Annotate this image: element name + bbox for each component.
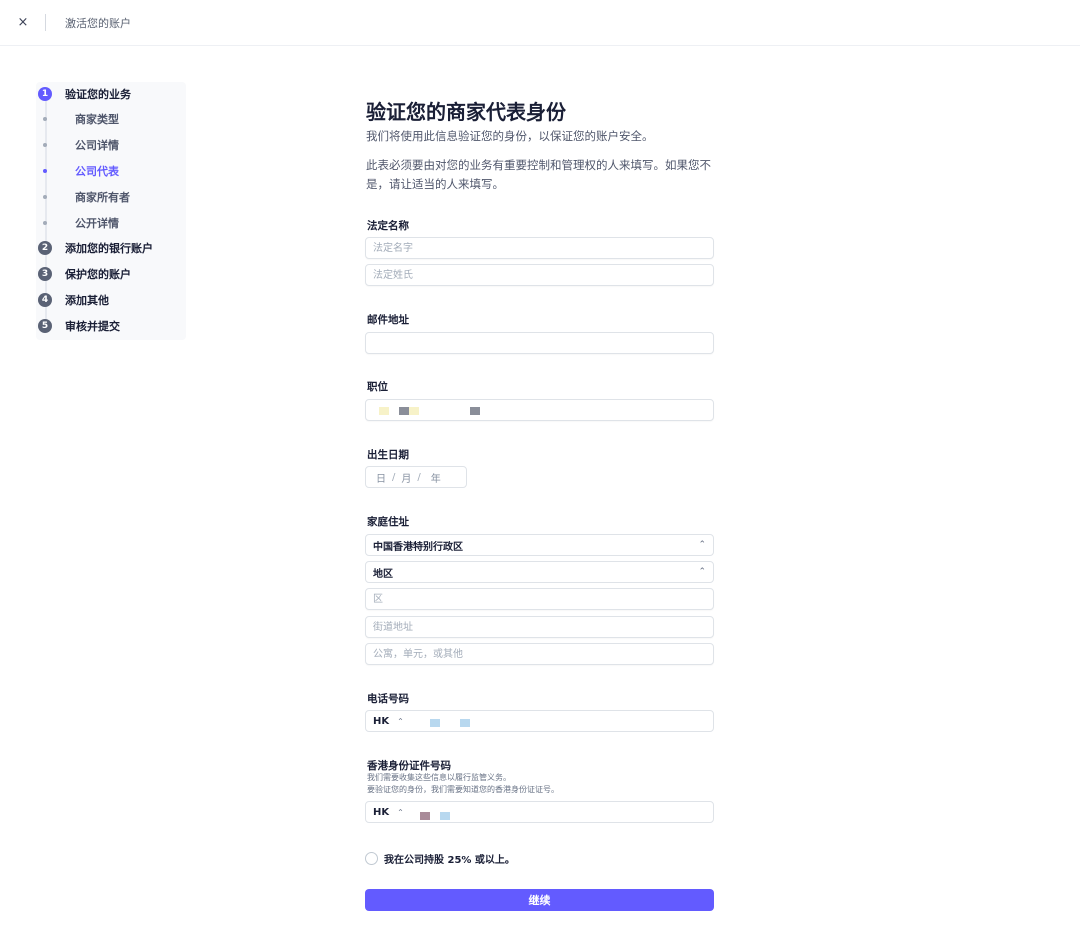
step-number-badge: 1	[38, 87, 52, 101]
substep-dot-active	[43, 169, 47, 173]
hkid-hint: 我们需要收集这些信息以履行监管义务。	[367, 773, 511, 782]
region-select[interactable]: 地区 ⌃	[365, 561, 714, 583]
email-label: 邮件地址	[367, 314, 409, 326]
substep-company-representative[interactable]: 公司代表	[43, 163, 119, 179]
step-label: 添加其他	[65, 294, 109, 307]
substep-label: 公司代表	[75, 165, 119, 178]
substep-dot	[43, 143, 47, 147]
continue-button[interactable]: 继续	[365, 889, 714, 911]
redacted-text	[430, 719, 440, 727]
dob-label: 出生日期	[367, 449, 409, 461]
hkid-field[interactable]: HK ⌃	[365, 801, 714, 823]
step-secure-account[interactable]: 3 保护您的账户	[38, 266, 131, 282]
hkid-input[interactable]	[416, 802, 713, 822]
district-input[interactable]	[365, 588, 714, 610]
substep-public-details[interactable]: 公开详情	[43, 215, 119, 231]
page-description: 此表必须要由对您的业务有重要控制和管理权的人来填写。如果您不是，请让适当的人来填…	[366, 158, 711, 191]
step-number-badge: 5	[38, 319, 52, 333]
step-add-bank-account[interactable]: 2 添加您的银行账户	[38, 240, 153, 256]
substep-dot	[43, 117, 47, 121]
page-subtitle: 我们将使用此信息验证您的身份，以保证您的账户安全。	[366, 129, 654, 143]
substep-dot	[43, 195, 47, 199]
dob-month[interactable]: 月	[401, 470, 411, 485]
substep-label: 公司详情	[75, 139, 119, 152]
ownership-checkbox-label: 我在公司持股 25% 或以上。	[384, 855, 515, 866]
legal-name-label: 法定名称	[367, 220, 409, 232]
hkid-country-code: HK	[373, 806, 390, 818]
step-number-badge: 2	[38, 241, 52, 255]
redacted-text	[379, 407, 389, 415]
substep-business-owners[interactable]: 商家所有者	[43, 189, 130, 205]
redacted-text	[460, 719, 470, 727]
country-select-value: 中国香港特别行政区	[373, 541, 463, 553]
topbar-divider	[45, 14, 46, 31]
email-input[interactable]	[365, 332, 714, 354]
phone-country-code: HK	[373, 715, 390, 727]
redacted-text	[409, 407, 419, 415]
close-icon[interactable]: ×	[14, 12, 32, 32]
substep-dot	[43, 221, 47, 225]
page-title: 验证您的商家代表身份	[366, 100, 566, 124]
dob-day[interactable]: 日	[376, 470, 386, 485]
chevron-updown-icon: ⌃	[698, 539, 706, 550]
step-label: 添加您的银行账户	[65, 242, 153, 255]
substep-label: 公开详情	[75, 217, 119, 230]
dob-input[interactable]: 日 / 月 / 年	[365, 466, 467, 488]
substep-company-details[interactable]: 公司详情	[43, 137, 119, 153]
job-title-label: 职位	[367, 381, 388, 393]
step-label: 审核并提交	[65, 320, 120, 333]
region-select-value: 地区	[373, 568, 393, 580]
step-label: 验证您的业务	[65, 88, 131, 101]
redacted-text	[399, 407, 409, 415]
hkid-hint: 要验证您的身份，我们需要知道您的香港身份证证号。	[367, 785, 559, 794]
hkid-label: 香港身份证件号码	[367, 760, 451, 772]
page-header-title: 激活您的账户	[65, 17, 131, 30]
date-separator: /	[417, 471, 421, 483]
street-address-input[interactable]	[365, 616, 714, 638]
hkid-country-picker[interactable]: HK ⌃	[366, 802, 416, 822]
chevron-updown-icon: ⌃	[397, 716, 404, 726]
country-select[interactable]: 中国香港特别行政区 ⌃	[365, 534, 714, 556]
date-separator: /	[392, 471, 396, 483]
step-add-extras[interactable]: 4 添加其他	[38, 292, 109, 308]
legal-last-name-input[interactable]	[365, 264, 714, 286]
chevron-updown-icon: ⌃	[397, 807, 404, 817]
redacted-text	[470, 407, 480, 415]
top-bar: × 激活您的账户	[0, 0, 1080, 46]
phone-country-picker[interactable]: HK ⌃	[366, 711, 416, 731]
home-address-label: 家庭住址	[367, 516, 409, 528]
ownership-checkbox-row[interactable]: 我在公司持股 25% 或以上。	[365, 851, 515, 866]
substep-label: 商家类型	[75, 113, 119, 126]
step-number-badge: 4	[38, 293, 52, 307]
redacted-text	[420, 812, 430, 820]
chevron-updown-icon: ⌃	[698, 566, 706, 577]
dob-year[interactable]: 年	[431, 470, 441, 485]
step-number-badge: 3	[38, 267, 52, 281]
phone-field[interactable]: HK ⌃	[365, 710, 714, 732]
substep-business-type[interactable]: 商家类型	[43, 111, 119, 127]
ownership-checkbox[interactable]	[365, 852, 378, 865]
unit-input[interactable]	[365, 643, 714, 665]
step-label: 保护您的账户	[65, 268, 131, 281]
legal-first-name-input[interactable]	[365, 237, 714, 259]
step-review-submit[interactable]: 5 审核并提交	[38, 318, 120, 334]
substep-label: 商家所有者	[75, 191, 130, 204]
redacted-text	[440, 812, 450, 820]
step-verify-business[interactable]: 1 验证您的业务	[38, 86, 131, 102]
phone-label: 电话号码	[367, 693, 409, 705]
